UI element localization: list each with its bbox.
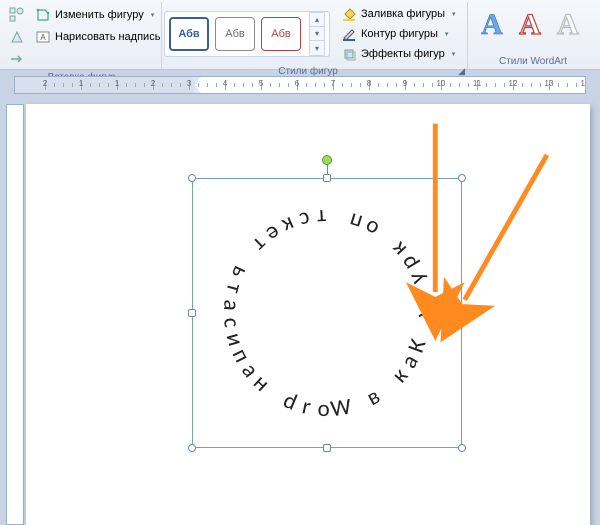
document-area: Как в Word написать текст по кругу <box>0 96 600 525</box>
gallery-spinner[interactable]: ▴ ▾ ▾ <box>309 12 325 56</box>
dropdown-icon: ▾ <box>442 30 449 38</box>
gallery-shapes-thumb-2[interactable] <box>4 26 30 48</box>
shape-effects-button[interactable]: Эффекты фигур ▾ <box>338 44 459 64</box>
shapes-grid-icon <box>9 7 25 23</box>
group-wordart-styles: A A A Стили WordArt <box>468 2 598 69</box>
vertical-ruler[interactable] <box>6 104 24 525</box>
shape-fill-label: Заливка фигуры <box>361 8 445 20</box>
shapes-misc-icon <box>9 29 25 45</box>
selected-wordart-shape[interactable]: Как в Word написать текст по кругу <box>192 178 462 448</box>
circular-text[interactable]: Как в Word написать текст по кругу <box>222 208 432 418</box>
draw-textbox-button[interactable]: A Нарисовать надпись <box>30 26 165 48</box>
page[interactable]: Как в Word написать текст по кругу <box>26 104 590 525</box>
gallery-shapes-thumb-3[interactable] <box>4 48 30 70</box>
edit-shape-icon <box>35 7 51 23</box>
group-insert-shapes: Изменить фигуру ▾ A Нарисовать надпись В… <box>2 2 162 69</box>
group-shape-styles: Абв Абв Абв ▴ ▾ ▾ Заливка фигуры ▾ <box>162 2 468 69</box>
group-label-wordart: Стили WordArt <box>470 54 596 69</box>
dropdown-icon: ▾ <box>148 11 155 19</box>
paint-bucket-icon <box>341 6 357 22</box>
resize-handle[interactable] <box>323 174 331 182</box>
gallery-more-icon[interactable]: ▾ <box>310 41 324 55</box>
shape-style-swatch[interactable]: Абв <box>169 17 209 51</box>
rotate-handle[interactable] <box>322 155 332 165</box>
adjust-handle[interactable] <box>455 306 469 320</box>
wordart-swatch[interactable]: A <box>514 8 546 42</box>
horizontal-ruler[interactable]: 211234567891011121314 <box>14 76 586 94</box>
edit-shape-button[interactable]: Изменить фигуру ▾ <box>30 4 165 26</box>
resize-handle[interactable] <box>458 174 466 182</box>
shape-outline-label: Контур фигуры <box>361 28 438 40</box>
resize-handle[interactable] <box>458 444 466 452</box>
resize-handle[interactable] <box>323 444 331 452</box>
ribbon: Изменить фигуру ▾ A Нарисовать надпись В… <box>0 0 600 70</box>
resize-handle[interactable] <box>188 444 196 452</box>
effects-icon <box>341 46 357 62</box>
shape-style-swatch[interactable]: Абв <box>261 17 301 51</box>
shape-style-swatch[interactable]: Абв <box>215 17 255 51</box>
resize-handle[interactable] <box>188 174 196 182</box>
shape-effects-label: Эффекты фигур <box>361 48 445 60</box>
resize-handle[interactable] <box>188 309 196 317</box>
dropdown-icon: ▾ <box>449 10 456 18</box>
gallery-up-icon[interactable]: ▴ <box>310 13 324 27</box>
shape-outline-button[interactable]: Контур фигуры ▾ <box>338 24 459 44</box>
svg-text:A: A <box>40 33 46 42</box>
edit-shape-label: Изменить фигуру <box>55 9 144 21</box>
shape-fill-button[interactable]: Заливка фигуры ▾ <box>338 4 459 24</box>
draw-textbox-label: Нарисовать надпись <box>55 31 160 43</box>
gallery-shapes-thumb[interactable] <box>4 4 30 26</box>
pen-outline-icon <box>341 26 357 42</box>
wordart-swatch[interactable]: A <box>476 8 508 42</box>
textbox-icon: A <box>35 29 51 45</box>
gallery-down-icon[interactable]: ▾ <box>310 27 324 41</box>
dropdown-icon: ▾ <box>449 50 456 58</box>
shape-style-gallery[interactable]: Абв Абв Абв ▴ ▾ ▾ <box>164 11 330 57</box>
wordart-gallery[interactable]: A A A <box>470 4 590 46</box>
shapes-misc2-icon <box>9 51 25 67</box>
wordart-swatch[interactable]: A <box>552 8 584 42</box>
